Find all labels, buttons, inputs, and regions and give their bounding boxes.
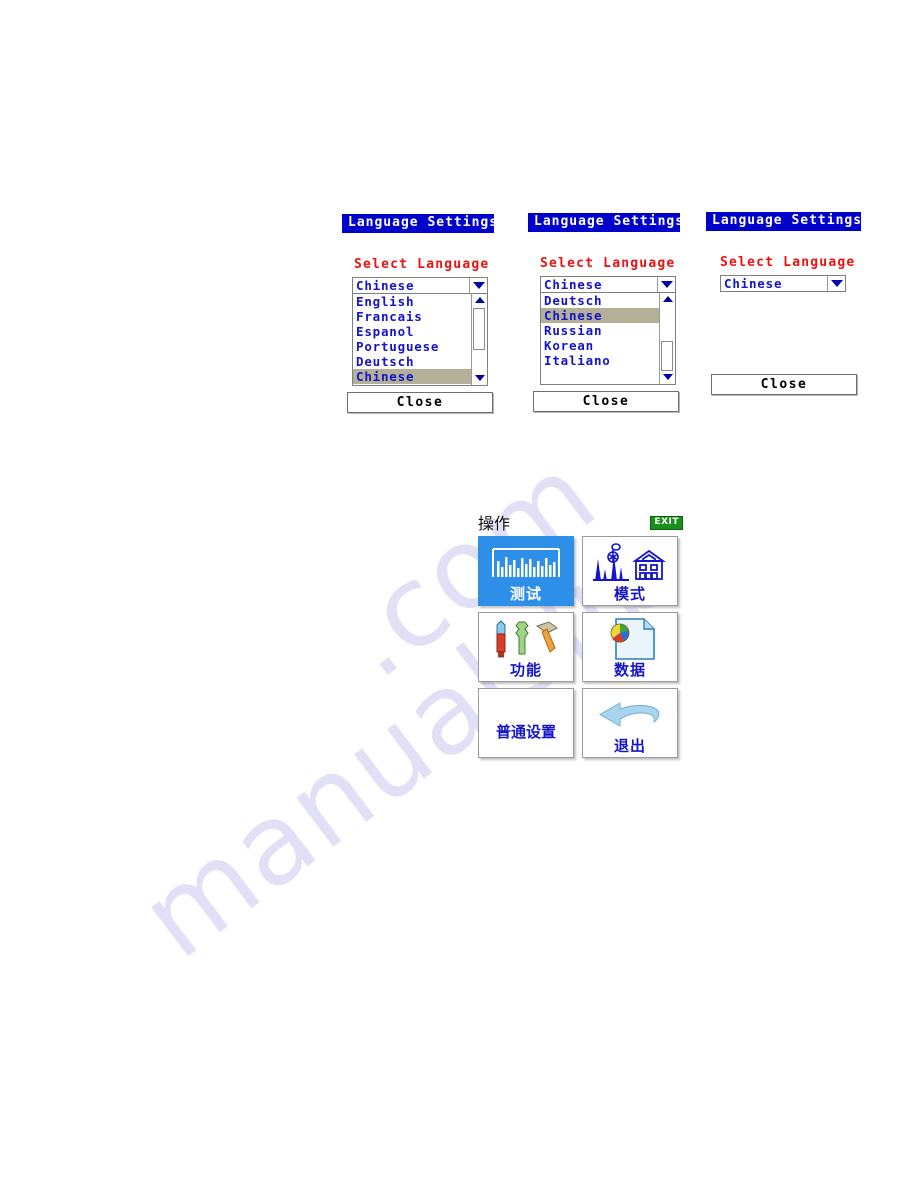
watermark: manualslib .com	[0, 0, 918, 1188]
scroll-down-arrow-icon[interactable]	[660, 370, 675, 384]
panel-1-scrollbar[interactable]	[471, 293, 487, 385]
panel-1-combobox-toggle[interactable]	[469, 277, 487, 293]
panel-2-close-button[interactable]: Close	[533, 390, 679, 412]
menu-tile-label: 功能	[509, 661, 542, 679]
scroll-down-arrow-icon[interactable]	[472, 371, 487, 385]
panel-1-option-list: English Francais Espanol Portuguese Deut…	[353, 294, 471, 385]
list-item[interactable]: Espanol	[353, 324, 471, 339]
panel-2-titlebar: Language Settings	[528, 213, 683, 232]
menu-tile-label: 退出	[613, 737, 646, 755]
back-arrow-icon	[583, 689, 677, 737]
exit-status-badge[interactable]: EXIT	[650, 516, 683, 530]
list-item[interactable]: Deutsch	[353, 354, 471, 369]
panel-2-language-combobox[interactable]: Chinese	[540, 275, 676, 293]
list-item[interactable]: English	[353, 294, 471, 309]
menu-tile-label: 测试	[509, 585, 542, 603]
panel-2-select-language-label: Select Language	[540, 255, 676, 271]
panel-3-titlebar: Language Settings	[706, 212, 861, 231]
bar-chart-icon	[479, 537, 573, 585]
menu-tile-test[interactable]: 测试	[478, 536, 574, 606]
panel-3-close-button[interactable]: Close	[711, 373, 857, 395]
panel-2-scrollbar[interactable]	[659, 292, 675, 384]
data-document-icon	[583, 613, 677, 661]
menu-header: 操作 EXIT	[478, 510, 683, 532]
mode-factory-icon	[583, 537, 677, 585]
menu-tile-data[interactable]: 数据	[582, 612, 678, 682]
panel-2-combobox-value: Chinese	[544, 276, 603, 292]
tools-icon	[479, 613, 573, 661]
language-settings-panel-1: Language Settings Select Language Chines…	[342, 214, 497, 413]
list-item[interactable]: Deutsch	[541, 293, 659, 308]
language-settings-panel-2: Language Settings Select Language Chines…	[528, 213, 683, 412]
triangle-up-icon	[474, 297, 485, 304]
list-item[interactable]: Francais	[353, 309, 471, 324]
list-item[interactable]: Russian	[541, 323, 659, 338]
triangle-down-icon	[662, 374, 673, 381]
scrollbar-thumb[interactable]	[473, 307, 485, 350]
panel-1-close-button[interactable]: Close	[347, 391, 493, 413]
triangle-up-icon	[662, 296, 673, 303]
chevron-down-icon	[830, 279, 843, 287]
panel-1-titlebar: Language Settings	[342, 214, 497, 233]
chevron-down-icon	[472, 281, 485, 289]
list-item[interactable]: Italiano	[541, 353, 659, 368]
list-item[interactable]: Korean	[541, 338, 659, 353]
panel-1-combobox-value: Chinese	[356, 277, 415, 293]
menu-tile-label: 普通设置	[495, 722, 556, 741]
panel-1-select-language-label: Select Language	[354, 256, 490, 272]
page-title: 操作	[478, 514, 511, 533]
panel-1-dropdown-list[interactable]: English Francais Espanol Portuguese Deut…	[352, 293, 488, 386]
list-item-selected[interactable]: Chinese	[353, 368, 471, 384]
list-item[interactable]: Portuguese	[353, 339, 471, 354]
panel-3-select-language-label: Select Language	[720, 254, 856, 270]
panel-2-option-list: Deutsch Chinese Russian Korean Italiano	[541, 293, 659, 384]
menu-tile-grid: 测试 模式 功能 数据 普通设置 退出	[478, 536, 683, 758]
panel-3-language-combobox[interactable]: Chinese	[720, 274, 846, 292]
panel-1-language-combobox[interactable]: Chinese	[352, 276, 488, 294]
menu-tile-general-settings[interactable]: 普通设置	[478, 688, 574, 758]
list-item-selected[interactable]: Chinese	[541, 307, 659, 323]
menu-tile-exit[interactable]: 退出	[582, 688, 678, 758]
chevron-down-icon	[660, 280, 673, 288]
panel-2-combobox-toggle[interactable]	[657, 276, 675, 292]
menu-tile-mode[interactable]: 模式	[582, 536, 678, 606]
scrollbar-thumb[interactable]	[661, 340, 673, 371]
triangle-down-icon	[474, 375, 485, 382]
panel-3-combobox-toggle[interactable]	[827, 275, 845, 291]
scroll-up-arrow-icon[interactable]	[660, 292, 675, 306]
operation-menu-screen: 操作 EXIT 测试 模式 功能 数据 普通设置 退出	[478, 510, 683, 758]
no-icon	[479, 706, 573, 723]
panel-2-dropdown-list[interactable]: Deutsch Chinese Russian Korean Italiano	[540, 292, 676, 385]
scroll-up-arrow-icon[interactable]	[472, 293, 487, 307]
menu-tile-label: 模式	[613, 585, 646, 603]
menu-tile-label: 数据	[613, 661, 646, 679]
menu-tile-function[interactable]: 功能	[478, 612, 574, 682]
panel-3-combobox-value: Chinese	[724, 275, 783, 291]
language-settings-panel-3: Language Settings Select Language Chines…	[706, 212, 861, 395]
